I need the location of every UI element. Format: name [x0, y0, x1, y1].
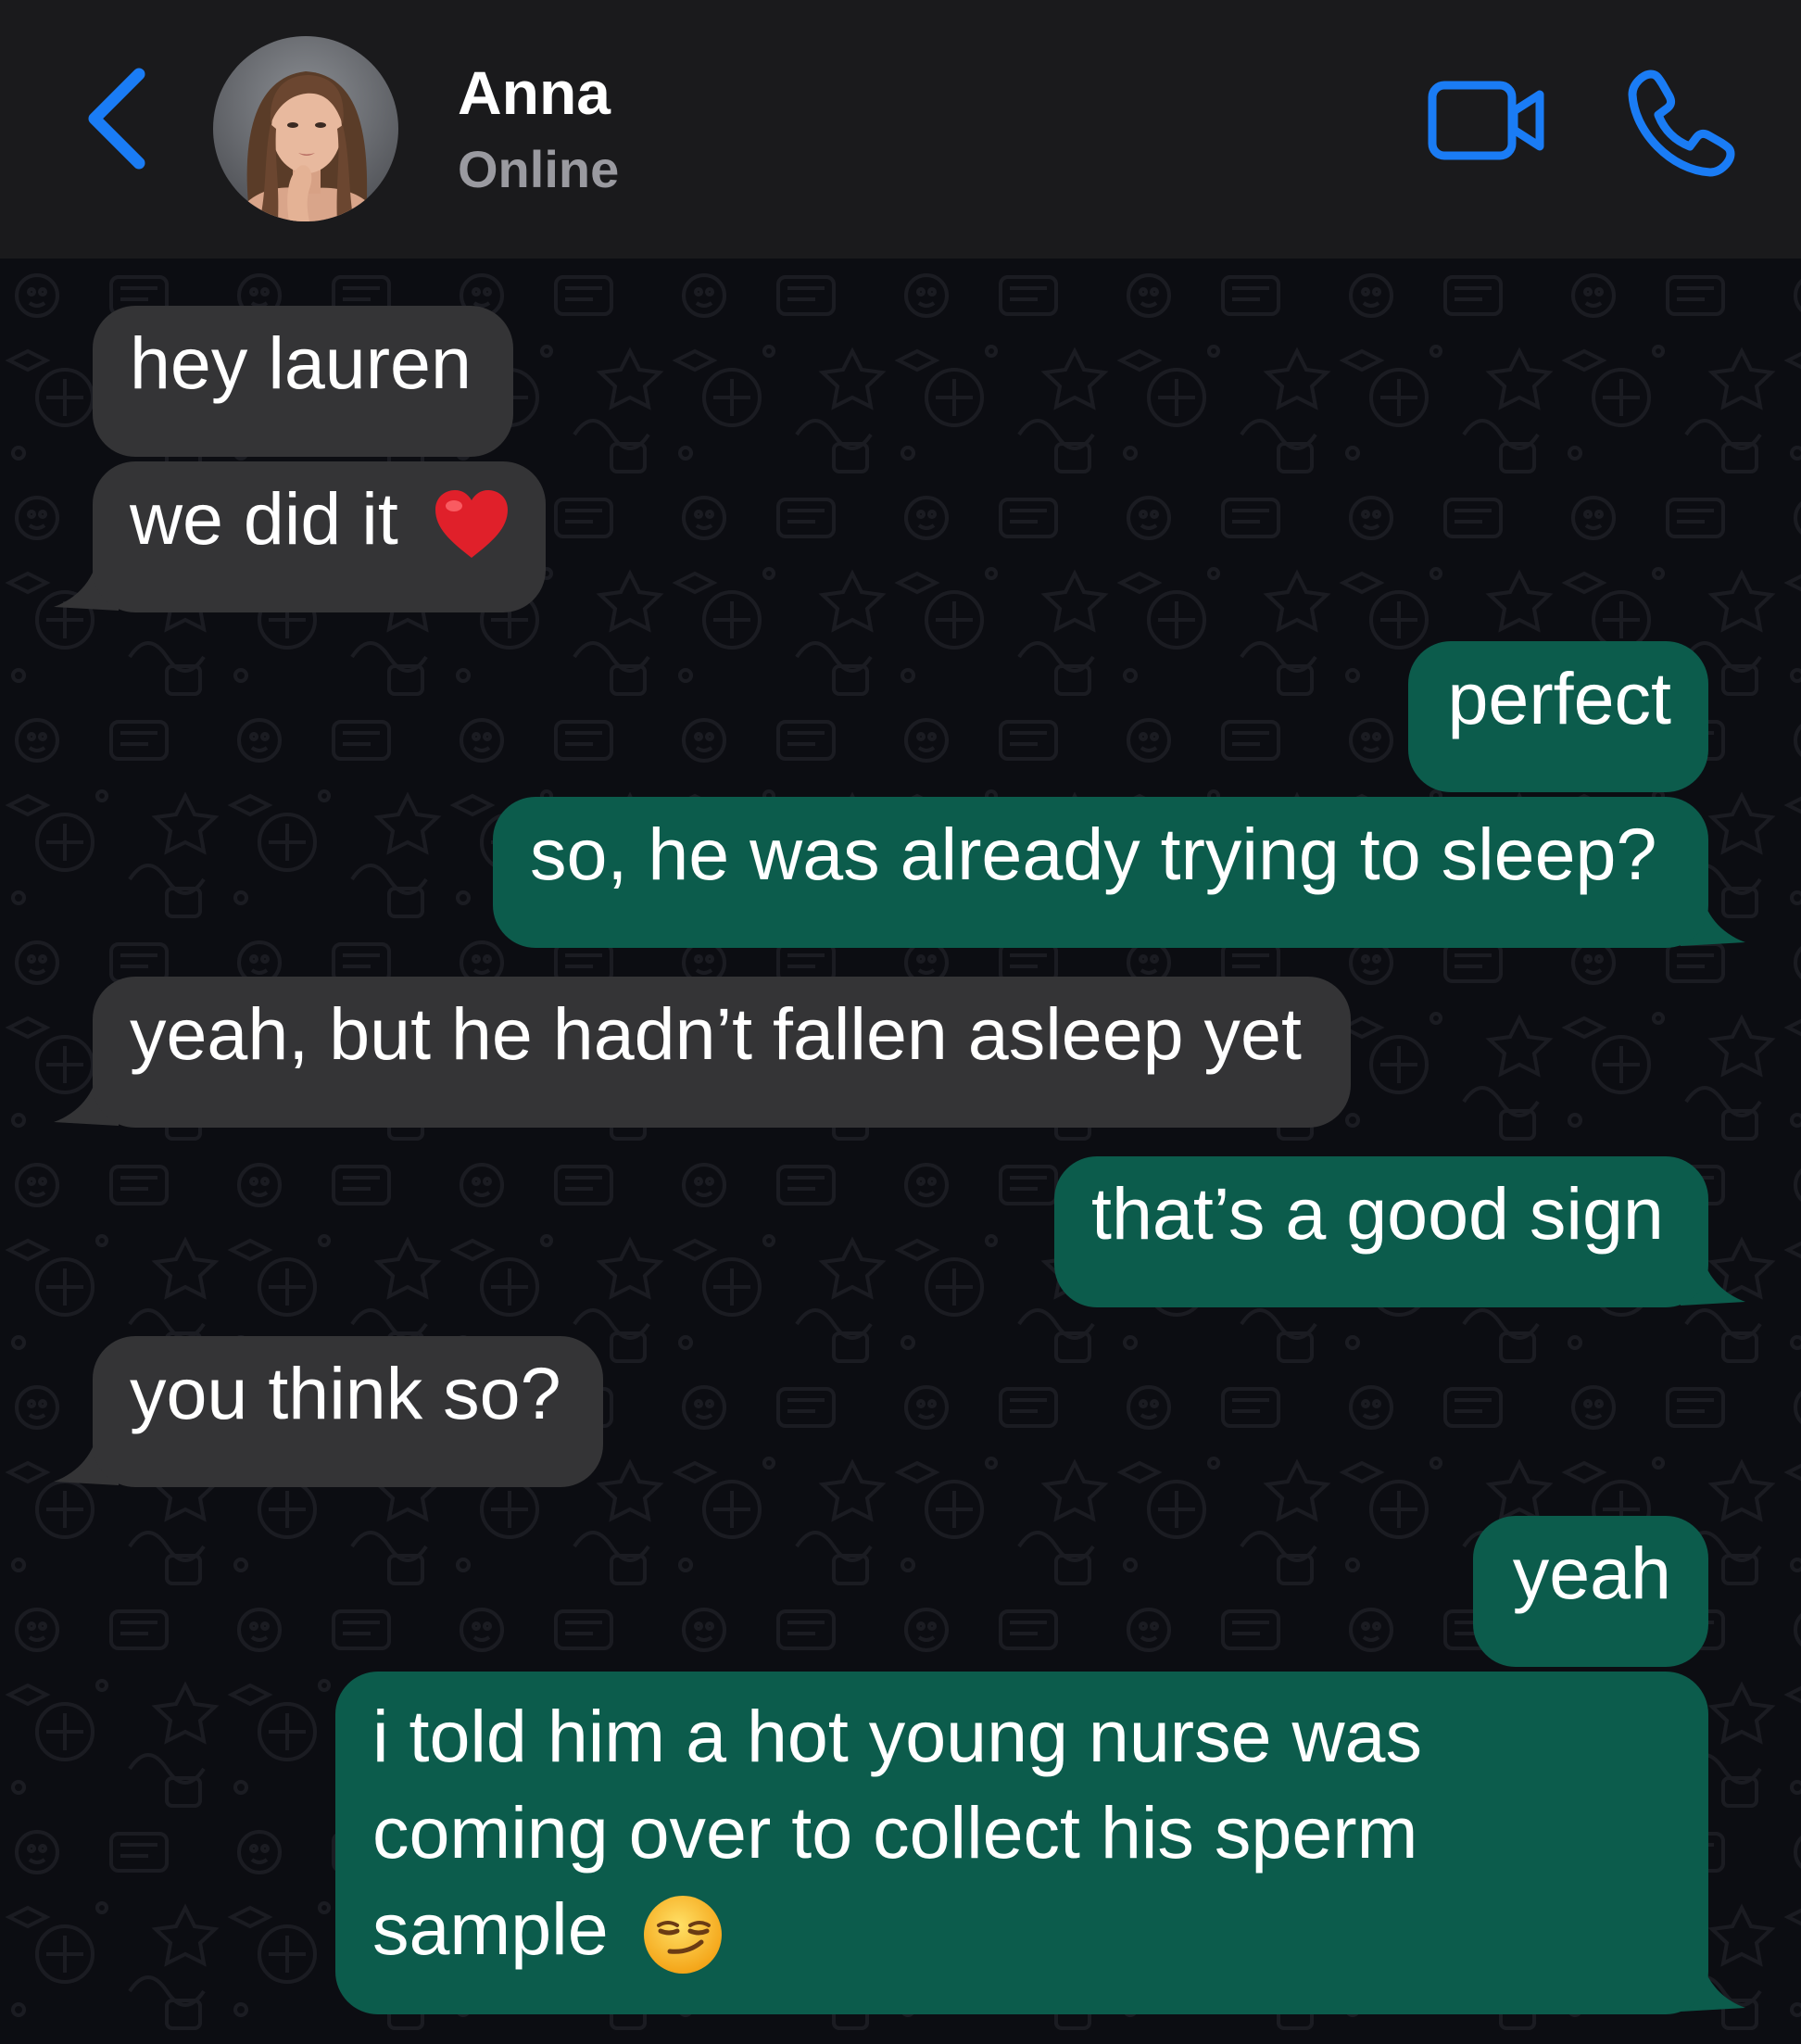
contact-avatar[interactable] [213, 36, 398, 221]
chevron-left-icon [88, 68, 145, 170]
chat-header: Anna Online [0, 0, 1801, 259]
message-text: perfect [1447, 657, 1671, 739]
message-bubble-outgoing[interactable]: yeah [1473, 1516, 1708, 1667]
message-bubble-outgoing[interactable]: perfect [1408, 641, 1708, 792]
message-text: hey lauren [130, 322, 472, 404]
avatar-photo [213, 36, 398, 221]
contact-status: Online [458, 140, 620, 198]
message-text: that’s a good sign [1091, 1172, 1664, 1255]
voice-call-button[interactable] [1623, 67, 1738, 182]
phone-icon [1628, 69, 1735, 177]
message-text: so, he was already trying to sleep? [530, 813, 1657, 895]
message-text: yeah [1512, 1532, 1671, 1614]
message-bubble-outgoing[interactable]: that’s a good sign [1054, 1156, 1708, 1307]
message-text: yeah, but he hadn’t fallen asleep yet [130, 992, 1302, 1075]
red-heart-icon [435, 490, 508, 559]
message-list[interactable]: hey lauren we did it perfect so, he was … [0, 259, 1801, 2044]
smirking-face-icon [643, 1896, 722, 1975]
back-button[interactable] [82, 65, 156, 176]
message-bubble-incoming[interactable]: hey lauren [93, 306, 513, 457]
message-text: we did it [130, 477, 398, 560]
message-bubble-incoming[interactable]: yeah, but he hadn’t fallen asleep yet [93, 977, 1351, 1128]
message-bubble-incoming[interactable]: we did it [93, 461, 546, 612]
video-call-button[interactable] [1423, 74, 1553, 167]
message-bubble-incoming[interactable]: you think so? [93, 1336, 603, 1487]
contact-name[interactable]: Anna [458, 54, 611, 132]
message-bubble-outgoing[interactable]: i told him a hot young nurse was coming … [335, 1672, 1708, 2014]
message-bubble-outgoing[interactable]: so, he was already trying to sleep? [493, 797, 1708, 948]
message-text: you think so? [130, 1352, 561, 1434]
video-camera-icon [1428, 81, 1544, 160]
message-text: i told him a hot young nurse was coming … [372, 1695, 1422, 1970]
